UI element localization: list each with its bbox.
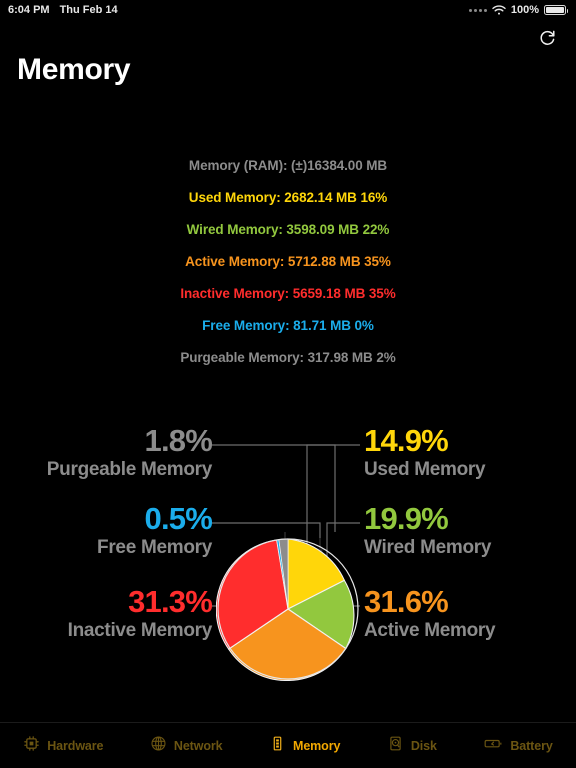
- stat-free-memory: Free Memory: 81.71 MB 0%: [202, 318, 374, 333]
- callout-inactive: 31.3% Inactive Memory: [0, 584, 213, 643]
- status-date: Thu Feb 14: [59, 4, 118, 16]
- callout-active-name: Active Memory: [364, 620, 496, 641]
- tab-disk[interactable]: Disk: [381, 731, 443, 761]
- globe-icon: [150, 735, 167, 757]
- callout-active-pct: 31.6%: [364, 584, 449, 619]
- memory-stats-list: Memory (RAM): (±)16384.00 MB Used Memory…: [0, 150, 576, 374]
- signal-dots-icon: [468, 8, 487, 12]
- callout-inactive-pct: 31.3%: [128, 584, 213, 619]
- stat-purgeable-memory: Purgeable Memory: 317.98 MB 2%: [180, 350, 396, 365]
- status-time: 6:04 PM: [8, 4, 50, 16]
- ram-stick-icon: [269, 735, 286, 757]
- refresh-icon[interactable]: [534, 24, 560, 50]
- memory-screen: 6:04 PM Thu Feb 14 100% Memory Memory (R…: [0, 0, 576, 768]
- callout-free-pct: 0.5%: [144, 501, 213, 536]
- callout-wired-pct: 19.9%: [364, 501, 449, 536]
- tab-battery[interactable]: Battery: [477, 731, 558, 761]
- tab-battery-label: Battery: [510, 738, 553, 753]
- tab-network[interactable]: Network: [144, 731, 229, 761]
- page-title: Memory: [17, 53, 131, 86]
- status-bar: 6:04 PM Thu Feb 14 100%: [0, 0, 576, 20]
- tab-bar: Hardware Network Memory Disk Battery: [0, 722, 576, 768]
- wifi-icon: [492, 4, 506, 16]
- tab-hardware[interactable]: Hardware: [17, 731, 109, 761]
- tab-hardware-label: Hardware: [47, 738, 104, 753]
- pie-graphic: [216, 537, 360, 681]
- stat-wired-memory: Wired Memory: 3598.09 MB 22%: [186, 222, 390, 237]
- hard-drive-icon: [387, 735, 404, 757]
- tab-network-label: Network: [173, 738, 223, 753]
- cpu-chip-icon: [23, 735, 40, 757]
- callout-used: 14.9% Used Memory: [364, 424, 576, 482]
- status-bar-left: 6:04 PM Thu Feb 14: [8, 4, 118, 16]
- callout-wired: 19.9% Wired Memory: [364, 502, 576, 560]
- callout-active: 31.6% Active Memory: [364, 585, 576, 643]
- callout-wired-name: Wired Memory: [364, 537, 492, 558]
- tab-disk-label: Disk: [410, 738, 437, 753]
- callout-used-name: Used Memory: [364, 459, 486, 480]
- callout-purgeable: 1.8% Purgeable Memory: [0, 423, 213, 482]
- tab-memory[interactable]: Memory: [263, 731, 346, 761]
- battery-percent: 100%: [510, 4, 539, 16]
- stat-total-ram: Memory (RAM): (±)16384.00 MB: [188, 158, 388, 173]
- callout-inactive-name: Inactive Memory: [67, 620, 213, 641]
- tab-memory-label: Memory: [293, 738, 341, 753]
- status-bar-right: 100%: [468, 4, 568, 16]
- stat-inactive-memory: Inactive Memory: 5659.18 MB 35%: [180, 286, 396, 301]
- battery-icon: [483, 735, 503, 757]
- callout-free-name: Free Memory: [97, 537, 212, 558]
- callout-purgeable-pct: 1.8%: [144, 423, 213, 458]
- callout-used-pct: 14.9%: [364, 423, 449, 458]
- callout-purgeable-name: Purgeable Memory: [46, 459, 213, 480]
- battery-full-icon: [544, 5, 568, 15]
- stat-active-memory: Active Memory: 5712.88 MB 35%: [185, 254, 391, 269]
- callout-free: 0.5% Free Memory: [0, 501, 213, 560]
- memory-pie-chart: 1.8% Purgeable Memory 0.5% Free Memory 3…: [0, 410, 576, 710]
- stat-used-memory: Used Memory: 2682.14 MB 16%: [188, 190, 388, 205]
